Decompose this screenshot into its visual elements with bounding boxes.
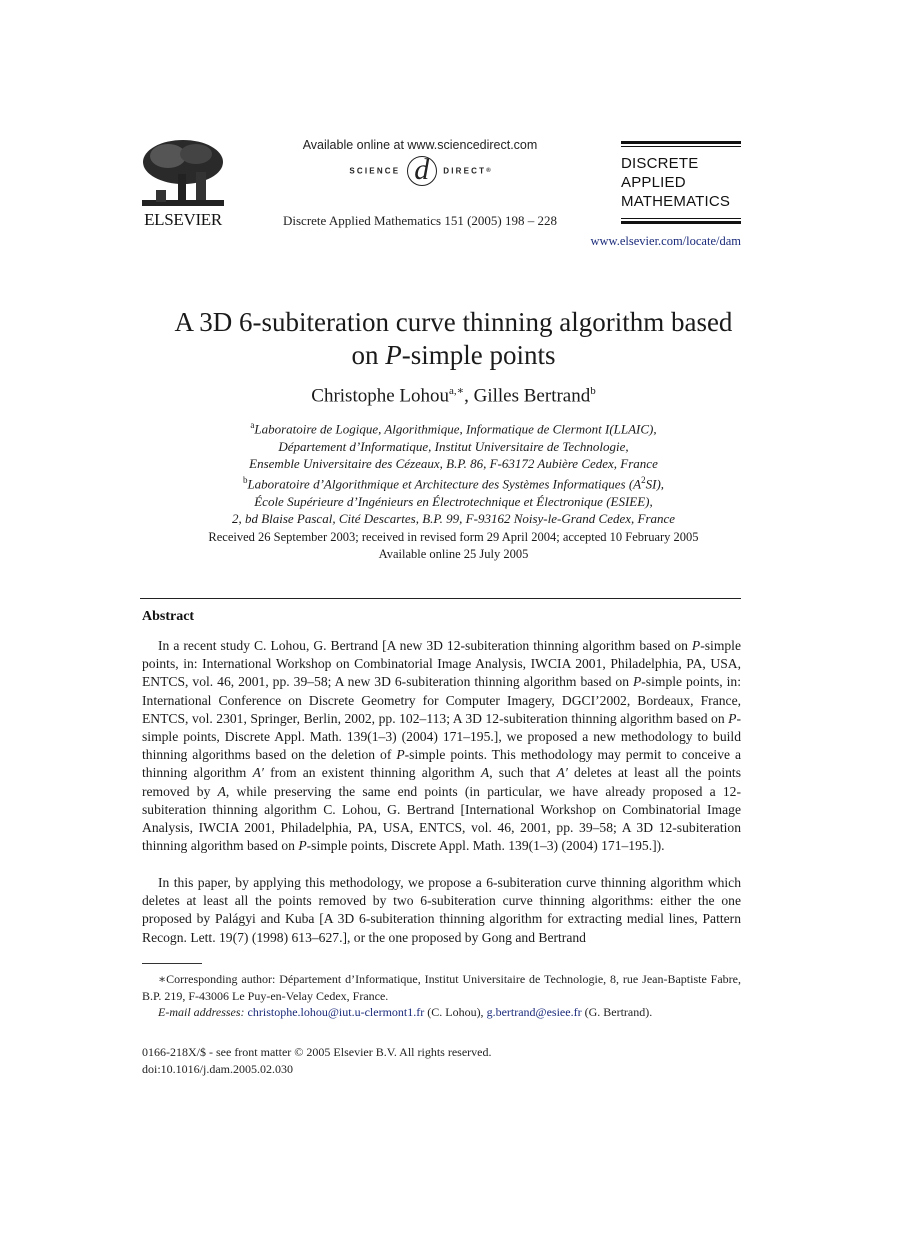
author-affiliation-mark: a,∗ <box>449 385 465 397</box>
text-run: In this paper, by applying this methodol… <box>142 875 741 945</box>
asterisk-mark: ∗ <box>158 972 167 986</box>
title-text: on <box>351 340 386 370</box>
abstract-paragraph: In this paper, by applying this methodol… <box>142 874 741 947</box>
text-run: from an existent thinning algorithm <box>263 765 481 781</box>
author-list: Christophe Lohoua,∗, Gilles Bertrandb <box>100 384 807 407</box>
affiliation-line: Département d’Informatique, Institut Uni… <box>278 438 629 454</box>
sciencedirect-logo[interactable]: SCIENCE d DIRECT® <box>300 155 540 188</box>
publisher-name: ELSEVIER <box>144 210 222 229</box>
email-owner: (C. Lohou), <box>424 1005 487 1019</box>
text-run: -simple points, Discrete Appl. Math. 139… <box>306 838 665 854</box>
journal-url-link[interactable]: www.elsevier.com/locate/dam <box>570 234 741 249</box>
sciencedirect-d-icon: d <box>406 155 437 186</box>
sciencedirect-right: DIRECT <box>443 166 487 176</box>
journal-title-box: DISCRETE APPLIED MATHEMATICS <box>621 141 741 226</box>
affiliation-text: Laboratoire d’Algorithmique et Architect… <box>247 476 642 492</box>
available-online-link[interactable]: Available online at www.sciencedirect.co… <box>270 138 570 152</box>
copyright-line: 0166-218X/$ - see front matter © 2005 El… <box>142 1045 492 1059</box>
italic-symbol: A <box>217 783 226 799</box>
paper-title: A 3D 6-subiteration curve thinning algor… <box>100 306 807 372</box>
abstract-paragraph: In a recent study C. Lohou, G. Bertrand … <box>142 637 741 855</box>
affiliations: aLaboratoire de Logique, Algorithmique, … <box>150 417 757 527</box>
tree-icon <box>142 140 224 206</box>
rule <box>621 218 741 219</box>
email-link[interactable]: g.bertrand@esiee.fr <box>487 1005 582 1019</box>
journal-title-line: MATHEMATICS <box>621 193 731 210</box>
author-name[interactable]: Christophe Lohou <box>311 385 449 406</box>
available-online-date: Available online 25 July 2005 <box>378 547 529 561</box>
affiliation-line: aLaboratoire de Logique, Algorithmique, … <box>150 417 757 438</box>
italic-symbol: P <box>396 747 405 763</box>
abstract-heading: Abstract <box>142 609 195 624</box>
section-divider <box>140 598 741 599</box>
italic-symbol: A′ <box>556 765 568 781</box>
footnote-divider <box>142 963 202 964</box>
title-italic: P <box>385 340 402 370</box>
italic-symbol: A <box>480 765 490 781</box>
affiliation-line: bLaboratoire d’Algorithmique et Architec… <box>150 472 757 493</box>
italic-symbol: A′ <box>252 765 264 781</box>
email-note: E-mail addresses: christophe.lohou@iut.u… <box>142 1004 741 1021</box>
email-label: E-mail addresses: <box>158 1005 245 1019</box>
affiliation-line: Ensemble Universitaire des Cézeaux, B.P.… <box>249 455 658 471</box>
received-dates: Received 26 September 2003; received in … <box>208 530 699 544</box>
rule <box>621 141 741 144</box>
email-owner: (G. Bertrand). <box>581 1005 653 1019</box>
italic-symbol: P <box>691 638 701 653</box>
footnotes: ∗Corresponding author: Département d’Inf… <box>142 971 741 1021</box>
rule <box>621 146 741 147</box>
separator: , <box>464 385 474 407</box>
author-name[interactable]: Gilles Bertrand <box>474 385 591 406</box>
title-line: A 3D 6-subiteration curve thinning algor… <box>174 307 733 337</box>
journal-reference: Discrete Applied Mathematics 151 (2005) … <box>282 213 558 228</box>
sciencedirect-left: SCIENCE <box>349 166 401 176</box>
email-link[interactable]: christophe.lohou@iut.u-clermont1.fr <box>248 1005 425 1019</box>
italic-symbol: P <box>298 838 307 854</box>
journal-title: DISCRETE APPLIED MATHEMATICS <box>621 154 741 211</box>
text-run: In a recent study C. Lohou, G. Bertrand … <box>158 638 692 653</box>
title-text: -simple points <box>401 340 556 370</box>
affiliation-text: Laboratoire de Logique, Algorithmique, I… <box>254 421 657 437</box>
article-history: Received 26 September 2003; received in … <box>150 529 757 563</box>
copyright-block: 0166-218X/$ - see front matter © 2005 El… <box>142 1044 492 1077</box>
registered-mark: ® <box>486 168 491 174</box>
corresponding-author-note: ∗Corresponding author: Département d’Inf… <box>142 971 741 1004</box>
journal-title-line: APPLIED <box>621 174 686 191</box>
text-run: , such that <box>489 765 557 781</box>
doi[interactable]: doi:10.1016/j.dam.2005.02.030 <box>142 1061 492 1078</box>
affiliation-text: SI), <box>645 476 665 492</box>
journal-title-line: DISCRETE <box>621 155 699 172</box>
author-affiliation-mark: b <box>590 385 596 397</box>
affiliation-line: École Supérieure d’Ingénieurs en Électro… <box>254 493 653 509</box>
footnote-text: Corresponding author: Département d’Info… <box>142 972 741 1003</box>
affiliation-line: 2, bd Blaise Pascal, Cité Descartes, B.P… <box>231 511 676 527</box>
title-line: on P-simple points <box>100 339 807 372</box>
rule <box>621 221 741 224</box>
